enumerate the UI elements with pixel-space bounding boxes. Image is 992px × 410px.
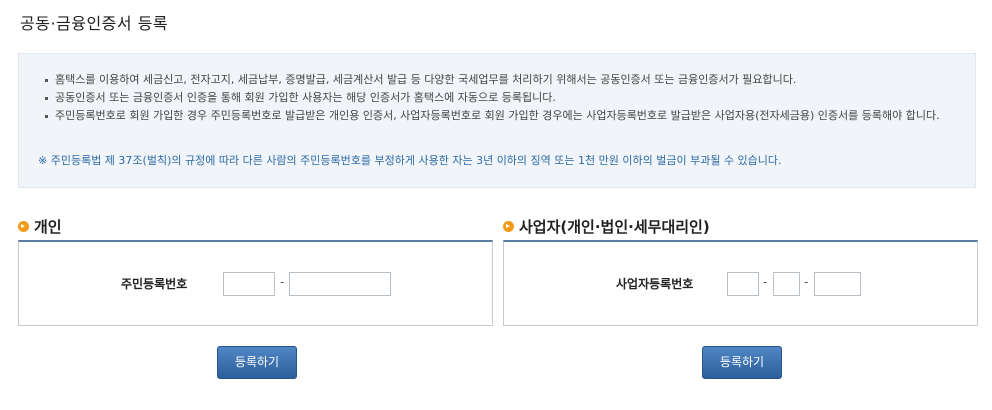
- individual-form-box: 주민등록번호 -: [18, 240, 493, 326]
- resident-number-second-input[interactable]: [289, 272, 391, 296]
- individual-register-button[interactable]: 등록하기: [217, 346, 297, 379]
- business-section: 사업자(개인·법인·세무대리인) 사업자등록번호 - -: [503, 216, 978, 326]
- business-number-separator-1: -: [763, 275, 768, 289]
- certificate-registration-page: 공동·금융인증서 등록 홈택스를 이용하여 세금신고, 전자고지, 세금납부, …: [0, 0, 992, 410]
- business-section-header: 사업자(개인·법인·세무대리인): [503, 216, 978, 240]
- notice-item: 공동인증서 또는 금융인증서 인증을 통해 회원 가입한 사용자는 해당 인증서…: [45, 89, 965, 107]
- individual-section-title: 개인: [34, 218, 62, 236]
- notice-item-text: 홈택스를 이용하여 세금신고, 전자고지, 세금납부, 증명발급, 세금계산서 …: [55, 73, 797, 86]
- notice-item: 주민등록번호로 회원 가입한 경우 주민등록번호로 발급받은 개인용 인증서, …: [45, 107, 965, 125]
- notice-list: 홈택스를 이용하여 세금신고, 전자고지, 세금납부, 증명발급, 세금계산서 …: [45, 71, 965, 125]
- business-section-title: 사업자(개인·법인·세무대리인): [519, 218, 710, 236]
- resident-number-first-input[interactable]: [223, 272, 275, 296]
- notice-item: 홈택스를 이용하여 세금신고, 전자고지, 세금납부, 증명발급, 세금계산서 …: [45, 71, 965, 89]
- resident-number-label: 주민등록번호: [121, 277, 188, 291]
- individual-section-header: 개인: [18, 216, 493, 240]
- bullet-icon: [45, 97, 48, 100]
- business-number-separator-2: -: [804, 275, 809, 289]
- notice-item-text: 공동인증서 또는 금융인증서 인증을 통해 회원 가입한 사용자는 해당 인증서…: [55, 91, 556, 104]
- business-form-box: 사업자등록번호 - -: [503, 240, 978, 326]
- notice-item-text: 주민등록번호로 회원 가입한 경우 주민등록번호로 발급받은 개인용 인증서, …: [55, 109, 940, 122]
- business-number-part1-input[interactable]: [727, 272, 759, 296]
- legal-warning: ※ 주민등록법 제 37조(벌칙)의 규정에 따라 다른 사람의 주민등록번호를…: [38, 154, 782, 167]
- page-title: 공동·금융인증서 등록: [20, 14, 169, 33]
- bullet-icon: [45, 79, 48, 82]
- business-number-part3-input[interactable]: [814, 272, 861, 296]
- business-register-button[interactable]: 등록하기: [702, 346, 782, 379]
- business-number-label: 사업자등록번호: [616, 277, 694, 291]
- individual-section: 개인 주민등록번호 -: [18, 216, 493, 326]
- business-number-part2-input[interactable]: [773, 272, 800, 296]
- resident-number-separator: -: [280, 275, 285, 289]
- notice-box: 홈택스를 이용하여 세금신고, 전자고지, 세금납부, 증명발급, 세금계산서 …: [18, 53, 976, 188]
- bullet-icon: [45, 115, 48, 118]
- arrow-circle-icon: [503, 221, 514, 232]
- arrow-circle-icon: [18, 221, 29, 232]
